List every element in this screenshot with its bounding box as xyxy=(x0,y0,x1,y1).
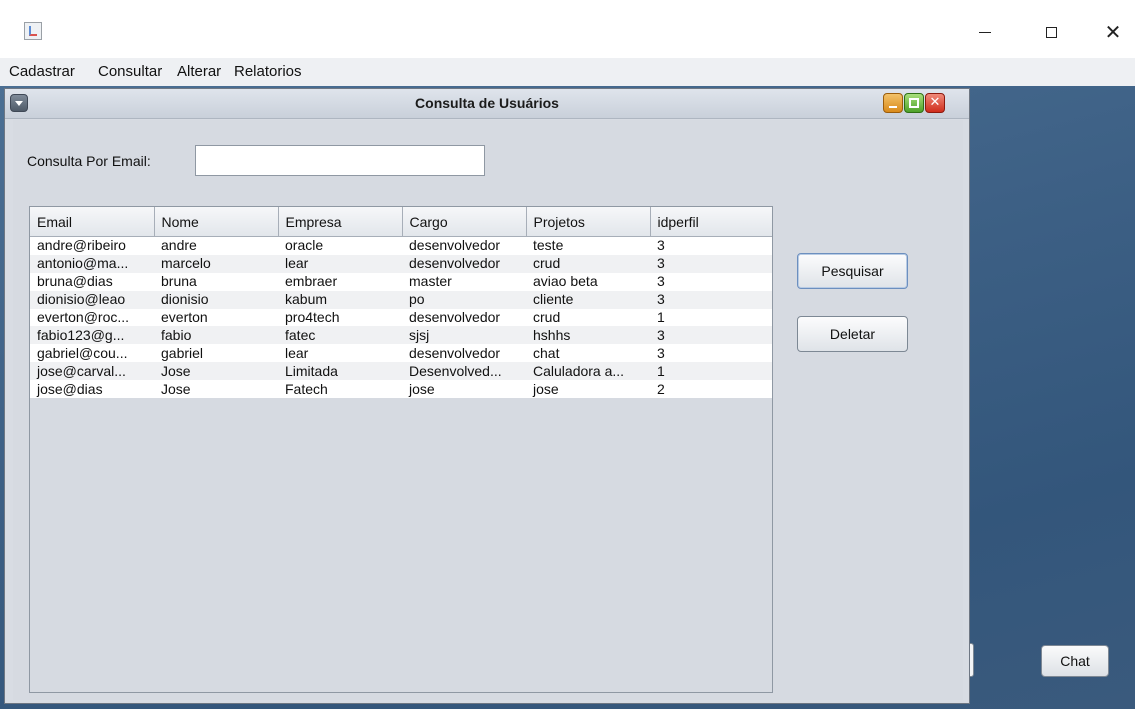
cell-projetos[interactable]: jose xyxy=(526,380,650,399)
close-icon: ✕ xyxy=(1104,20,1122,44)
cell-idperfil[interactable]: 2 xyxy=(650,380,772,399)
cell-cargo[interactable]: desenvolvedor xyxy=(402,308,526,327)
chat-button[interactable]: Chat xyxy=(1041,645,1109,677)
cell-email[interactable]: fabio123@g... xyxy=(30,326,154,345)
table-row[interactable]: antonio@ma... marcelo lear desenvolvedor… xyxy=(30,254,772,273)
cell-idperfil[interactable]: 1 xyxy=(650,308,772,327)
cell-nome[interactable]: andre xyxy=(154,236,278,255)
table-row[interactable]: jose@carval... Jose Limitada Desenvolved… xyxy=(30,362,772,381)
cell-email[interactable]: everton@roc... xyxy=(30,308,154,327)
cell-cargo[interactable]: desenvolvedor xyxy=(402,254,526,273)
column-header-email[interactable]: Email xyxy=(30,207,155,237)
cell-empresa[interactable]: Fatech xyxy=(278,380,402,399)
cell-email[interactable]: jose@dias xyxy=(30,380,154,399)
cell-projetos[interactable]: chat xyxy=(526,344,650,363)
table-row[interactable]: dionisio@leao dionisio kabum po cliente … xyxy=(30,290,772,309)
close-icon: ✕ xyxy=(929,95,941,110)
table-row[interactable]: bruna@dias bruna embraer master aviao be… xyxy=(30,272,772,291)
cell-email[interactable]: jose@carval... xyxy=(30,362,154,381)
cell-email[interactable]: dionisio@leao xyxy=(30,290,154,309)
cell-cargo[interactable]: desenvolvedor xyxy=(402,344,526,363)
cell-projetos[interactable]: cliente xyxy=(526,290,650,309)
cell-cargo[interactable]: master xyxy=(402,272,526,291)
search-button[interactable]: Pesquisar xyxy=(797,253,908,289)
cell-idperfil[interactable]: 3 xyxy=(650,344,772,363)
window-minimize-button[interactable] xyxy=(965,20,1005,44)
menu-relatorios[interactable]: Relatorios xyxy=(234,63,302,80)
window-close-button[interactable]: ✕ xyxy=(1093,20,1133,44)
cell-projetos[interactable]: Caluladora a... xyxy=(526,362,650,381)
frame-close-button[interactable]: ✕ xyxy=(925,93,945,113)
frame-content: Consulta Por Email: Email Nome Empresa C… xyxy=(13,120,963,700)
menu-cadastrar[interactable]: Cadastrar xyxy=(9,63,75,80)
table-row[interactable]: andre@ribeiro andre oracle desenvolvedor… xyxy=(30,236,772,255)
column-header-projetos[interactable]: Projetos xyxy=(526,207,651,237)
cell-empresa[interactable]: embraer xyxy=(278,272,402,291)
cell-empresa[interactable]: Limitada xyxy=(278,362,402,381)
cell-cargo[interactable]: jose xyxy=(402,380,526,399)
cell-email[interactable]: gabriel@cou... xyxy=(30,344,154,363)
cell-idperfil[interactable]: 3 xyxy=(650,290,772,309)
users-table-scrollpane[interactable]: Email Nome Empresa Cargo Projetos idperf… xyxy=(29,206,773,693)
email-search-input[interactable] xyxy=(195,145,485,176)
menu-consultar[interactable]: Consultar xyxy=(98,63,162,80)
cell-cargo[interactable]: Desenvolved... xyxy=(402,362,526,381)
cell-empresa[interactable]: lear xyxy=(278,344,402,363)
column-header-nome[interactable]: Nome xyxy=(154,207,279,237)
cell-projetos[interactable]: aviao beta xyxy=(526,272,650,291)
cell-idperfil[interactable]: 3 xyxy=(650,254,772,273)
cell-projetos[interactable]: hshhs xyxy=(526,326,650,345)
menu-alterar[interactable]: Alterar xyxy=(177,63,221,80)
table-row[interactable]: jose@dias Jose Fatech jose jose 2 xyxy=(30,380,772,399)
cell-nome[interactable]: Jose xyxy=(154,362,278,381)
frame-maximize-button[interactable] xyxy=(904,93,924,113)
cell-empresa[interactable]: fatec xyxy=(278,326,402,345)
cell-cargo[interactable]: po xyxy=(402,290,526,309)
cell-cargo[interactable]: sjsj xyxy=(402,326,526,345)
delete-button[interactable]: Deletar xyxy=(797,316,908,352)
cell-idperfil[interactable]: 3 xyxy=(650,326,772,345)
cell-idperfil[interactable]: 1 xyxy=(650,362,772,381)
cell-email[interactable]: antonio@ma... xyxy=(30,254,154,273)
cell-idperfil[interactable]: 3 xyxy=(650,236,772,255)
cell-projetos[interactable]: crud xyxy=(526,308,650,327)
cell-nome[interactable]: gabriel xyxy=(154,344,278,363)
table-header-row: Email Nome Empresa Cargo Projetos idperf… xyxy=(30,207,772,237)
email-search-label: Consulta Por Email: xyxy=(27,153,151,169)
window-titlebar: ✕ xyxy=(0,0,1135,58)
internal-frame-title: Consulta de Usuários xyxy=(415,95,559,111)
cell-cargo[interactable]: desenvolvedor xyxy=(402,236,526,255)
column-header-idperfil[interactable]: idperfil xyxy=(650,207,772,237)
cell-email[interactable]: bruna@dias xyxy=(30,272,154,291)
window-maximize-button[interactable] xyxy=(1031,20,1071,44)
cell-nome[interactable]: Jose xyxy=(154,380,278,399)
frame-minimize-button[interactable] xyxy=(883,93,903,113)
minimize-icon xyxy=(979,31,991,33)
maximize-icon xyxy=(1045,26,1057,38)
table-row[interactable]: everton@roc... everton pro4tech desenvol… xyxy=(30,308,772,327)
menubar: Cadastrar Consultar Alterar Relatorios xyxy=(0,58,1135,86)
cell-nome[interactable]: bruna xyxy=(154,272,278,291)
cell-empresa[interactable]: kabum xyxy=(278,290,402,309)
cell-nome[interactable]: dionisio xyxy=(154,290,278,309)
cell-email[interactable]: andre@ribeiro xyxy=(30,236,154,255)
users-table: Email Nome Empresa Cargo Projetos idperf… xyxy=(30,207,772,399)
cell-empresa[interactable]: pro4tech xyxy=(278,308,402,327)
cell-projetos[interactable]: crud xyxy=(526,254,650,273)
cell-empresa[interactable]: lear xyxy=(278,254,402,273)
column-header-cargo[interactable]: Cargo xyxy=(402,207,527,237)
cell-empresa[interactable]: oracle xyxy=(278,236,402,255)
cell-idperfil[interactable]: 3 xyxy=(650,272,772,291)
internal-frame-consulta-usuarios: Consulta de Usuários ✕ Consulta Por Emai… xyxy=(4,88,970,704)
java-app-icon xyxy=(24,22,42,40)
column-header-empresa[interactable]: Empresa xyxy=(278,207,403,237)
cell-nome[interactable]: everton xyxy=(154,308,278,327)
table-row[interactable]: gabriel@cou... gabriel lear desenvolvedo… xyxy=(30,344,772,363)
internal-frame-titlebar: Consulta de Usuários ✕ xyxy=(5,89,969,119)
cell-nome[interactable]: fabio xyxy=(154,326,278,345)
cell-nome[interactable]: marcelo xyxy=(154,254,278,273)
table-row[interactable]: fabio123@g... fabio fatec sjsj hshhs 3 xyxy=(30,326,772,345)
cell-projetos[interactable]: teste xyxy=(526,236,650,255)
